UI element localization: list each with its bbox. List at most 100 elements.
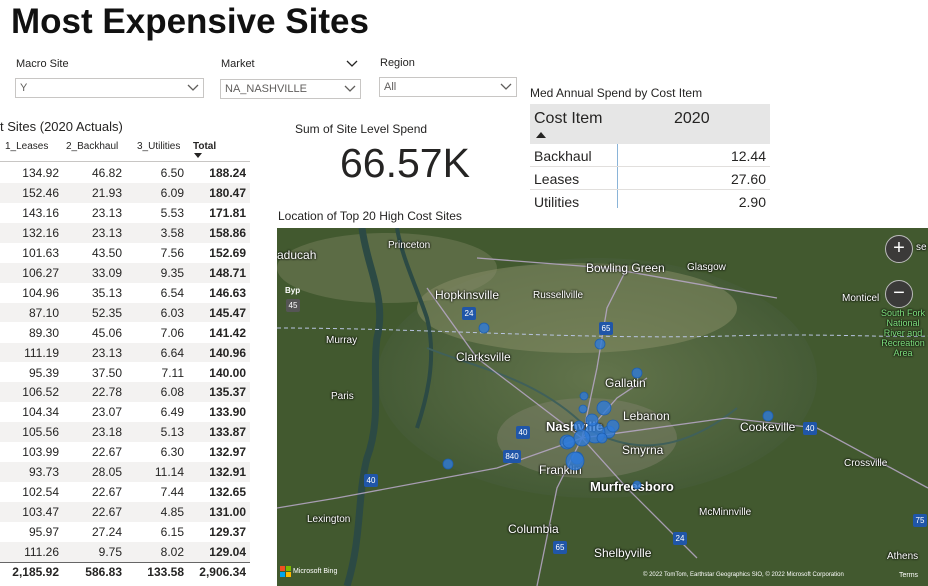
zoom-out-button[interactable]: − bbox=[885, 280, 913, 308]
table-cell: 103.47 bbox=[22, 505, 59, 520]
market-label: Market bbox=[221, 58, 255, 70]
table-row[interactable]: 101.63 43.50 7.56 152.69 bbox=[0, 243, 250, 263]
table-row[interactable]: 103.99 22.67 6.30 132.97 bbox=[0, 442, 250, 462]
table-row[interactable]: 106.52 22.78 6.08 135.37 bbox=[0, 382, 250, 403]
total-backhaul: 586.83 bbox=[85, 565, 122, 579]
table-row[interactable]: 104.34 23.07 6.49 133.90 bbox=[0, 402, 250, 422]
table-row[interactable]: 111.26 9.75 8.02 129.04 bbox=[0, 542, 250, 562]
table-row[interactable]: 104.96 35.13 6.54 146.63 bbox=[0, 283, 250, 303]
site-bubble[interactable] bbox=[578, 404, 588, 414]
table-cell: 180.47 bbox=[209, 185, 246, 200]
site-bubble[interactable] bbox=[596, 432, 608, 444]
table-cell: 104.34 bbox=[22, 405, 59, 420]
table-title: t Sites (2020 Actuals) bbox=[0, 119, 123, 134]
chevron-down-icon bbox=[500, 83, 512, 90]
table-row[interactable]: 87.10 52.35 6.03 145.47 bbox=[0, 302, 250, 323]
matrix-title: Med Annual Spend by Cost Item bbox=[530, 86, 703, 100]
zoom-in-button[interactable]: + bbox=[885, 235, 913, 263]
table-cell: 5.13 bbox=[160, 425, 184, 440]
table-row[interactable]: 95.39 37.50 7.11 140.00 bbox=[0, 363, 250, 383]
table-cell: 33.09 bbox=[91, 265, 122, 280]
header-total[interactable]: Total bbox=[193, 141, 216, 152]
chevron-down-icon bbox=[187, 84, 199, 91]
table-row[interactable]: 89.30 45.06 7.06 141.42 bbox=[0, 323, 250, 343]
table-row[interactable]: 93.73 28.05 11.14 132.91 bbox=[0, 462, 250, 483]
macro-site-dropdown[interactable]: Y bbox=[15, 78, 204, 98]
table-cell: 111.19 bbox=[24, 345, 59, 360]
table-cell: 7.56 bbox=[160, 245, 184, 260]
site-bubble[interactable] bbox=[596, 400, 612, 416]
table-cell: 95.97 bbox=[28, 525, 59, 540]
matrix-row-utilities: Utilities 2.90 bbox=[530, 190, 770, 213]
table-cell: 6.08 bbox=[160, 385, 184, 400]
site-bubble[interactable] bbox=[573, 420, 585, 432]
table-cell: 11.14 bbox=[154, 465, 184, 480]
map-visual[interactable]: aducah Princeton Bowling Green Glasgow H… bbox=[277, 228, 928, 586]
market-collapse-chevron-icon[interactable] bbox=[346, 60, 358, 68]
table-row[interactable]: 105.56 23.18 5.13 133.87 bbox=[0, 422, 250, 443]
table-row[interactable]: 106.27 33.09 9.35 148.71 bbox=[0, 262, 250, 283]
site-bubble[interactable] bbox=[585, 413, 599, 427]
table-cell: 111.26 bbox=[24, 545, 59, 560]
table-cell: 6.50 bbox=[160, 166, 184, 180]
site-bubble[interactable] bbox=[594, 338, 606, 350]
table-cell: 6.64 bbox=[160, 345, 184, 360]
table-cell: 21.93 bbox=[91, 185, 122, 200]
table-cell: 23.18 bbox=[91, 425, 122, 440]
site-bubble[interactable] bbox=[631, 367, 643, 379]
site-bubble[interactable] bbox=[562, 435, 576, 449]
site-bubble[interactable] bbox=[762, 410, 774, 422]
table-cell: 105.56 bbox=[22, 425, 59, 440]
macro-site-label: Macro Site bbox=[16, 58, 69, 70]
table-cell: 148.71 bbox=[209, 265, 246, 280]
table-cell: 140.96 bbox=[209, 345, 246, 360]
table-row[interactable]: 103.47 22.67 4.85 131.00 bbox=[0, 502, 250, 522]
table-cell: 7.44 bbox=[160, 485, 184, 500]
matrix-item: Backhaul bbox=[534, 148, 592, 164]
table-cell: 102.54 bbox=[22, 485, 59, 500]
terms-link[interactable]: Terms bbox=[899, 572, 918, 579]
table-cell: 93.73 bbox=[28, 465, 59, 480]
site-bubbles bbox=[442, 322, 774, 490]
region-dropdown[interactable]: All bbox=[379, 77, 517, 97]
site-bubble[interactable] bbox=[573, 429, 591, 447]
header-backhaul[interactable]: 2_Backhaul bbox=[66, 141, 118, 152]
table-cell: 104.96 bbox=[22, 285, 59, 300]
site-bubble[interactable] bbox=[606, 419, 620, 433]
header-utilities[interactable]: 3_Utilities bbox=[137, 141, 180, 152]
table-cell: 23.07 bbox=[91, 405, 122, 420]
table-cell: 106.52 bbox=[22, 385, 59, 400]
table-cell: 6.54 bbox=[160, 285, 184, 300]
table-row[interactable]: 143.16 23.13 5.53 171.81 bbox=[0, 203, 250, 223]
matrix-col-header[interactable]: Cost Item bbox=[534, 110, 602, 128]
table-header: 1_Leases 2_Backhaul 3_Utilities Total bbox=[0, 141, 250, 161]
matrix-year-header[interactable]: 2020 bbox=[674, 110, 710, 128]
table-cell: 87.10 bbox=[28, 305, 59, 320]
table-row[interactable]: 102.54 22.67 7.44 132.65 bbox=[0, 482, 250, 502]
table-row[interactable]: 134.92 46.82 6.50 188.24 bbox=[0, 163, 250, 183]
table-cell: 152.46 bbox=[22, 185, 59, 200]
table-row[interactable]: 132.16 23.13 3.58 158.86 bbox=[0, 222, 250, 243]
table-cell: 3.58 bbox=[160, 225, 184, 240]
table-row[interactable]: 152.46 21.93 6.09 180.47 bbox=[0, 182, 250, 203]
table-cell: 35.13 bbox=[91, 285, 122, 300]
market-dropdown[interactable]: NA_NASHVILLE bbox=[220, 79, 361, 99]
table-cell: 146.63 bbox=[209, 285, 246, 300]
table-cell: 188.24 bbox=[209, 166, 246, 180]
site-bubble[interactable] bbox=[632, 480, 642, 490]
table-row[interactable]: 95.97 27.24 6.15 129.37 bbox=[0, 522, 250, 542]
table-cell: 6.03 bbox=[160, 305, 184, 320]
site-bubble[interactable] bbox=[579, 391, 589, 401]
header-leases[interactable]: 1_Leases bbox=[5, 141, 48, 152]
matrix-value: 2.90 bbox=[738, 194, 766, 210]
site-bubble[interactable] bbox=[565, 451, 585, 471]
total-leases: 2,185.92 bbox=[12, 565, 59, 579]
table-cell: 143.16 bbox=[22, 205, 59, 220]
chevron-down-icon bbox=[344, 85, 356, 92]
table-cell: 6.30 bbox=[160, 445, 184, 460]
site-bubble[interactable] bbox=[442, 458, 454, 470]
total-utilities: 133.58 bbox=[147, 565, 184, 579]
table-row[interactable]: 111.19 23.13 6.64 140.96 bbox=[0, 342, 250, 363]
site-bubble[interactable] bbox=[478, 322, 490, 334]
table-cell: 134.92 bbox=[22, 166, 59, 180]
